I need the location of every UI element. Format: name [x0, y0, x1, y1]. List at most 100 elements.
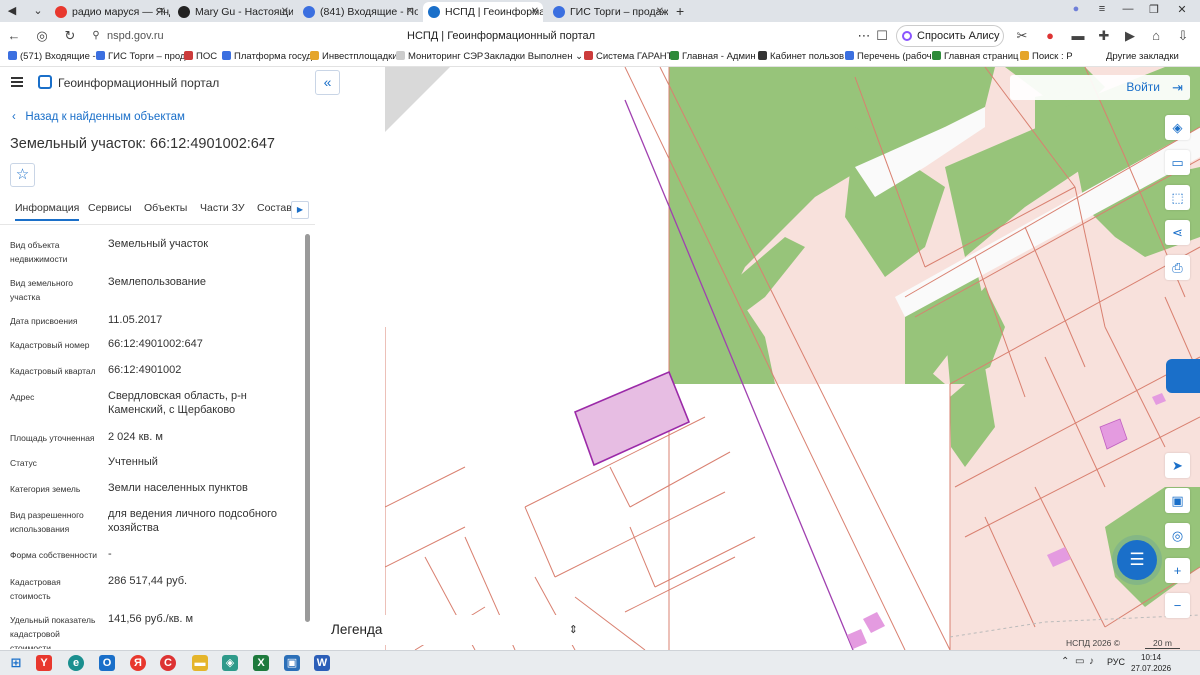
- locate-icon[interactable]: ◎: [1165, 523, 1190, 548]
- bookmark-item[interactable]: (571) Входящие -: [8, 51, 96, 62]
- browser-tab-4-active[interactable]: НСПД | Геоинформаци✕: [423, 2, 543, 22]
- login-button[interactable]: Войти ⇥: [1010, 75, 1190, 100]
- volume-icon[interactable]: ♪: [1089, 656, 1094, 667]
- downloads-icon[interactable]: ⇩: [1175, 28, 1191, 44]
- browser-tab-1[interactable]: радио маруся — Яндекс:✕: [50, 2, 170, 22]
- bookmark-icon[interactable]: ☐: [874, 28, 890, 44]
- portal-logo-icon: [38, 75, 52, 89]
- chat-icon[interactable]: ☰: [1117, 540, 1157, 580]
- file-explorer-icon[interactable]: ▬: [192, 655, 208, 671]
- zoom-in-icon[interactable]: +: [1165, 558, 1190, 583]
- field-value: 141,56 руб./кв. м: [108, 613, 194, 625]
- tray-chevron-icon[interactable]: ⌃: [1061, 656, 1069, 667]
- collapse-panel-button[interactable]: «: [315, 70, 340, 95]
- field-value: Земельный участок: [108, 238, 209, 250]
- tab-services[interactable]: Сервисы: [88, 202, 132, 214]
- navigate-icon[interactable]: ➤: [1165, 453, 1190, 478]
- windows-start-icon[interactable]: ⊞: [8, 655, 24, 671]
- bookmark-item[interactable]: Кабинет пользов: [758, 51, 844, 62]
- excel-icon[interactable]: X: [253, 655, 269, 671]
- yandex-browser-icon[interactable]: ◎: [34, 28, 50, 44]
- layers-icon[interactable]: ◈: [1165, 115, 1190, 140]
- tab-composition[interactable]: Состав: [257, 202, 292, 214]
- select-area-icon[interactable]: ⬚: [1165, 185, 1190, 210]
- puzzle-icon[interactable]: ✚: [1096, 28, 1112, 44]
- network-icon[interactable]: ▭: [1075, 656, 1084, 667]
- close-icon[interactable]: ✕: [531, 2, 539, 22]
- bookmark-item[interactable]: Система ГАРАНТ: [584, 51, 672, 62]
- minimize-icon[interactable]: —: [1118, 3, 1138, 15]
- zoom-out-icon[interactable]: −: [1165, 593, 1190, 618]
- bookmark-item[interactable]: ПОС: [184, 51, 217, 62]
- browser-tab-2[interactable]: Mary Gu - Настоящи ✕: [173, 2, 293, 22]
- bookmark-item[interactable]: Главная страниц: [932, 51, 1018, 62]
- bookmark-item[interactable]: Перечень (рабоч: [845, 51, 932, 62]
- field-label: Кадастровая стоимость: [10, 577, 61, 601]
- profile-icon[interactable]: ●: [1066, 3, 1086, 15]
- yandex-browser-taskbar-icon[interactable]: Y: [36, 655, 52, 671]
- menu-icon[interactable]: ≡: [1092, 3, 1112, 15]
- bookmark-item[interactable]: Поиск : Р: [1020, 51, 1073, 62]
- field-value: -: [108, 548, 112, 560]
- chevron-down-icon[interactable]: ⌄: [30, 3, 46, 19]
- legend-dropdown[interactable]: Легенда ⇕: [320, 615, 590, 645]
- alice-icon: [902, 31, 912, 41]
- extension-icon-2[interactable]: ●: [1042, 28, 1058, 44]
- map-canvas[interactable]: [385, 67, 1200, 650]
- scrollbar-thumb[interactable]: [305, 234, 310, 622]
- back-to-results-link[interactable]: ‹ Назад к найденным объектам: [12, 111, 185, 123]
- hamburger-menu-icon[interactable]: [11, 77, 23, 87]
- print-icon[interactable]: ⎙: [1165, 255, 1190, 280]
- word-icon[interactable]: W: [314, 655, 330, 671]
- close-icon[interactable]: ✕: [406, 2, 414, 22]
- bookmark-item[interactable]: Мониторинг СЭР: [396, 51, 483, 62]
- url-field[interactable]: nspd.gov.ru: [107, 30, 164, 42]
- ruler-icon[interactable]: ▭: [1165, 150, 1190, 175]
- back-arrow-icon[interactable]: ←: [6, 28, 22, 44]
- extension-icon[interactable]: ✂: [1014, 28, 1030, 44]
- ask-alice-button[interactable]: Спросить Алису AI: [896, 25, 1004, 62]
- extension-icon-3[interactable]: ▬: [1070, 28, 1086, 44]
- share-icon[interactable]: ⋖: [1165, 220, 1190, 245]
- map-app-icon[interactable]: ◈: [222, 655, 238, 671]
- field-label: Кадастровый квартал: [10, 366, 96, 376]
- play-icon[interactable]: ▶: [1122, 28, 1138, 44]
- object-info-panel: Геоинформационный портал ‹ Назад к найде…: [0, 67, 315, 650]
- edge-icon[interactable]: e: [68, 655, 84, 671]
- tab-parts[interactable]: Части ЗУ: [200, 202, 245, 214]
- new-tab-button[interactable]: +: [676, 3, 684, 19]
- address-bar: ← ◎ ↻ ⚲ nspd.gov.ru НСПД | Геоинформацио…: [0, 22, 1200, 62]
- outlook-icon[interactable]: O: [99, 655, 115, 671]
- clock[interactable]: 10:14 27.07.2026: [1131, 652, 1171, 674]
- restore-icon[interactable]: ❐: [1144, 3, 1164, 16]
- close-icon[interactable]: ✕: [158, 2, 166, 22]
- yandex-icon[interactable]: Я: [130, 655, 146, 671]
- tab-objects[interactable]: Объекты: [144, 202, 187, 214]
- field-value: Учтенный: [108, 456, 158, 468]
- bookmark-folder[interactable]: Закладки Выполнен ⌄: [484, 51, 583, 62]
- bookmark-item[interactable]: Главная - Админ: [670, 51, 756, 62]
- close-window-icon[interactable]: ✕: [1172, 3, 1192, 16]
- gis-assistant-icon[interactable]: [1166, 359, 1200, 393]
- browser-tab-5[interactable]: ГИС Торги – продажи гос✕: [548, 2, 668, 22]
- more-icon[interactable]: ⋯: [856, 28, 872, 44]
- bookmark-item[interactable]: Платформа госуд: [222, 51, 312, 62]
- collections-icon[interactable]: ⌂: [1148, 28, 1164, 44]
- field-value: 11.05.2017: [108, 314, 163, 326]
- sound-icon[interactable]: ◀: [4, 3, 20, 19]
- browser-tab-3[interactable]: (841) Входящие - Почта М✕: [298, 2, 418, 22]
- star-icon[interactable]: ☆: [10, 163, 35, 187]
- bookmark-item[interactable]: ГИС Торги – прод: [96, 51, 185, 62]
- reload-icon[interactable]: ↻: [62, 28, 78, 44]
- field-label: Вид земельного участка: [10, 278, 74, 302]
- app-window-icon[interactable]: ▣: [284, 655, 300, 671]
- other-bookmarks[interactable]: Другие закладки: [1106, 51, 1179, 62]
- tab-information[interactable]: Информация: [15, 202, 80, 221]
- basemap-icon[interactable]: ▣: [1165, 488, 1190, 513]
- chevron-right-icon[interactable]: ▶: [291, 201, 309, 219]
- input-language[interactable]: РУС: [1107, 657, 1125, 667]
- app-c-icon[interactable]: C: [160, 655, 176, 671]
- close-icon[interactable]: ✕: [281, 2, 289, 22]
- bookmark-item[interactable]: Инвестплощадки: [310, 51, 398, 62]
- close-icon[interactable]: ✕: [656, 2, 664, 22]
